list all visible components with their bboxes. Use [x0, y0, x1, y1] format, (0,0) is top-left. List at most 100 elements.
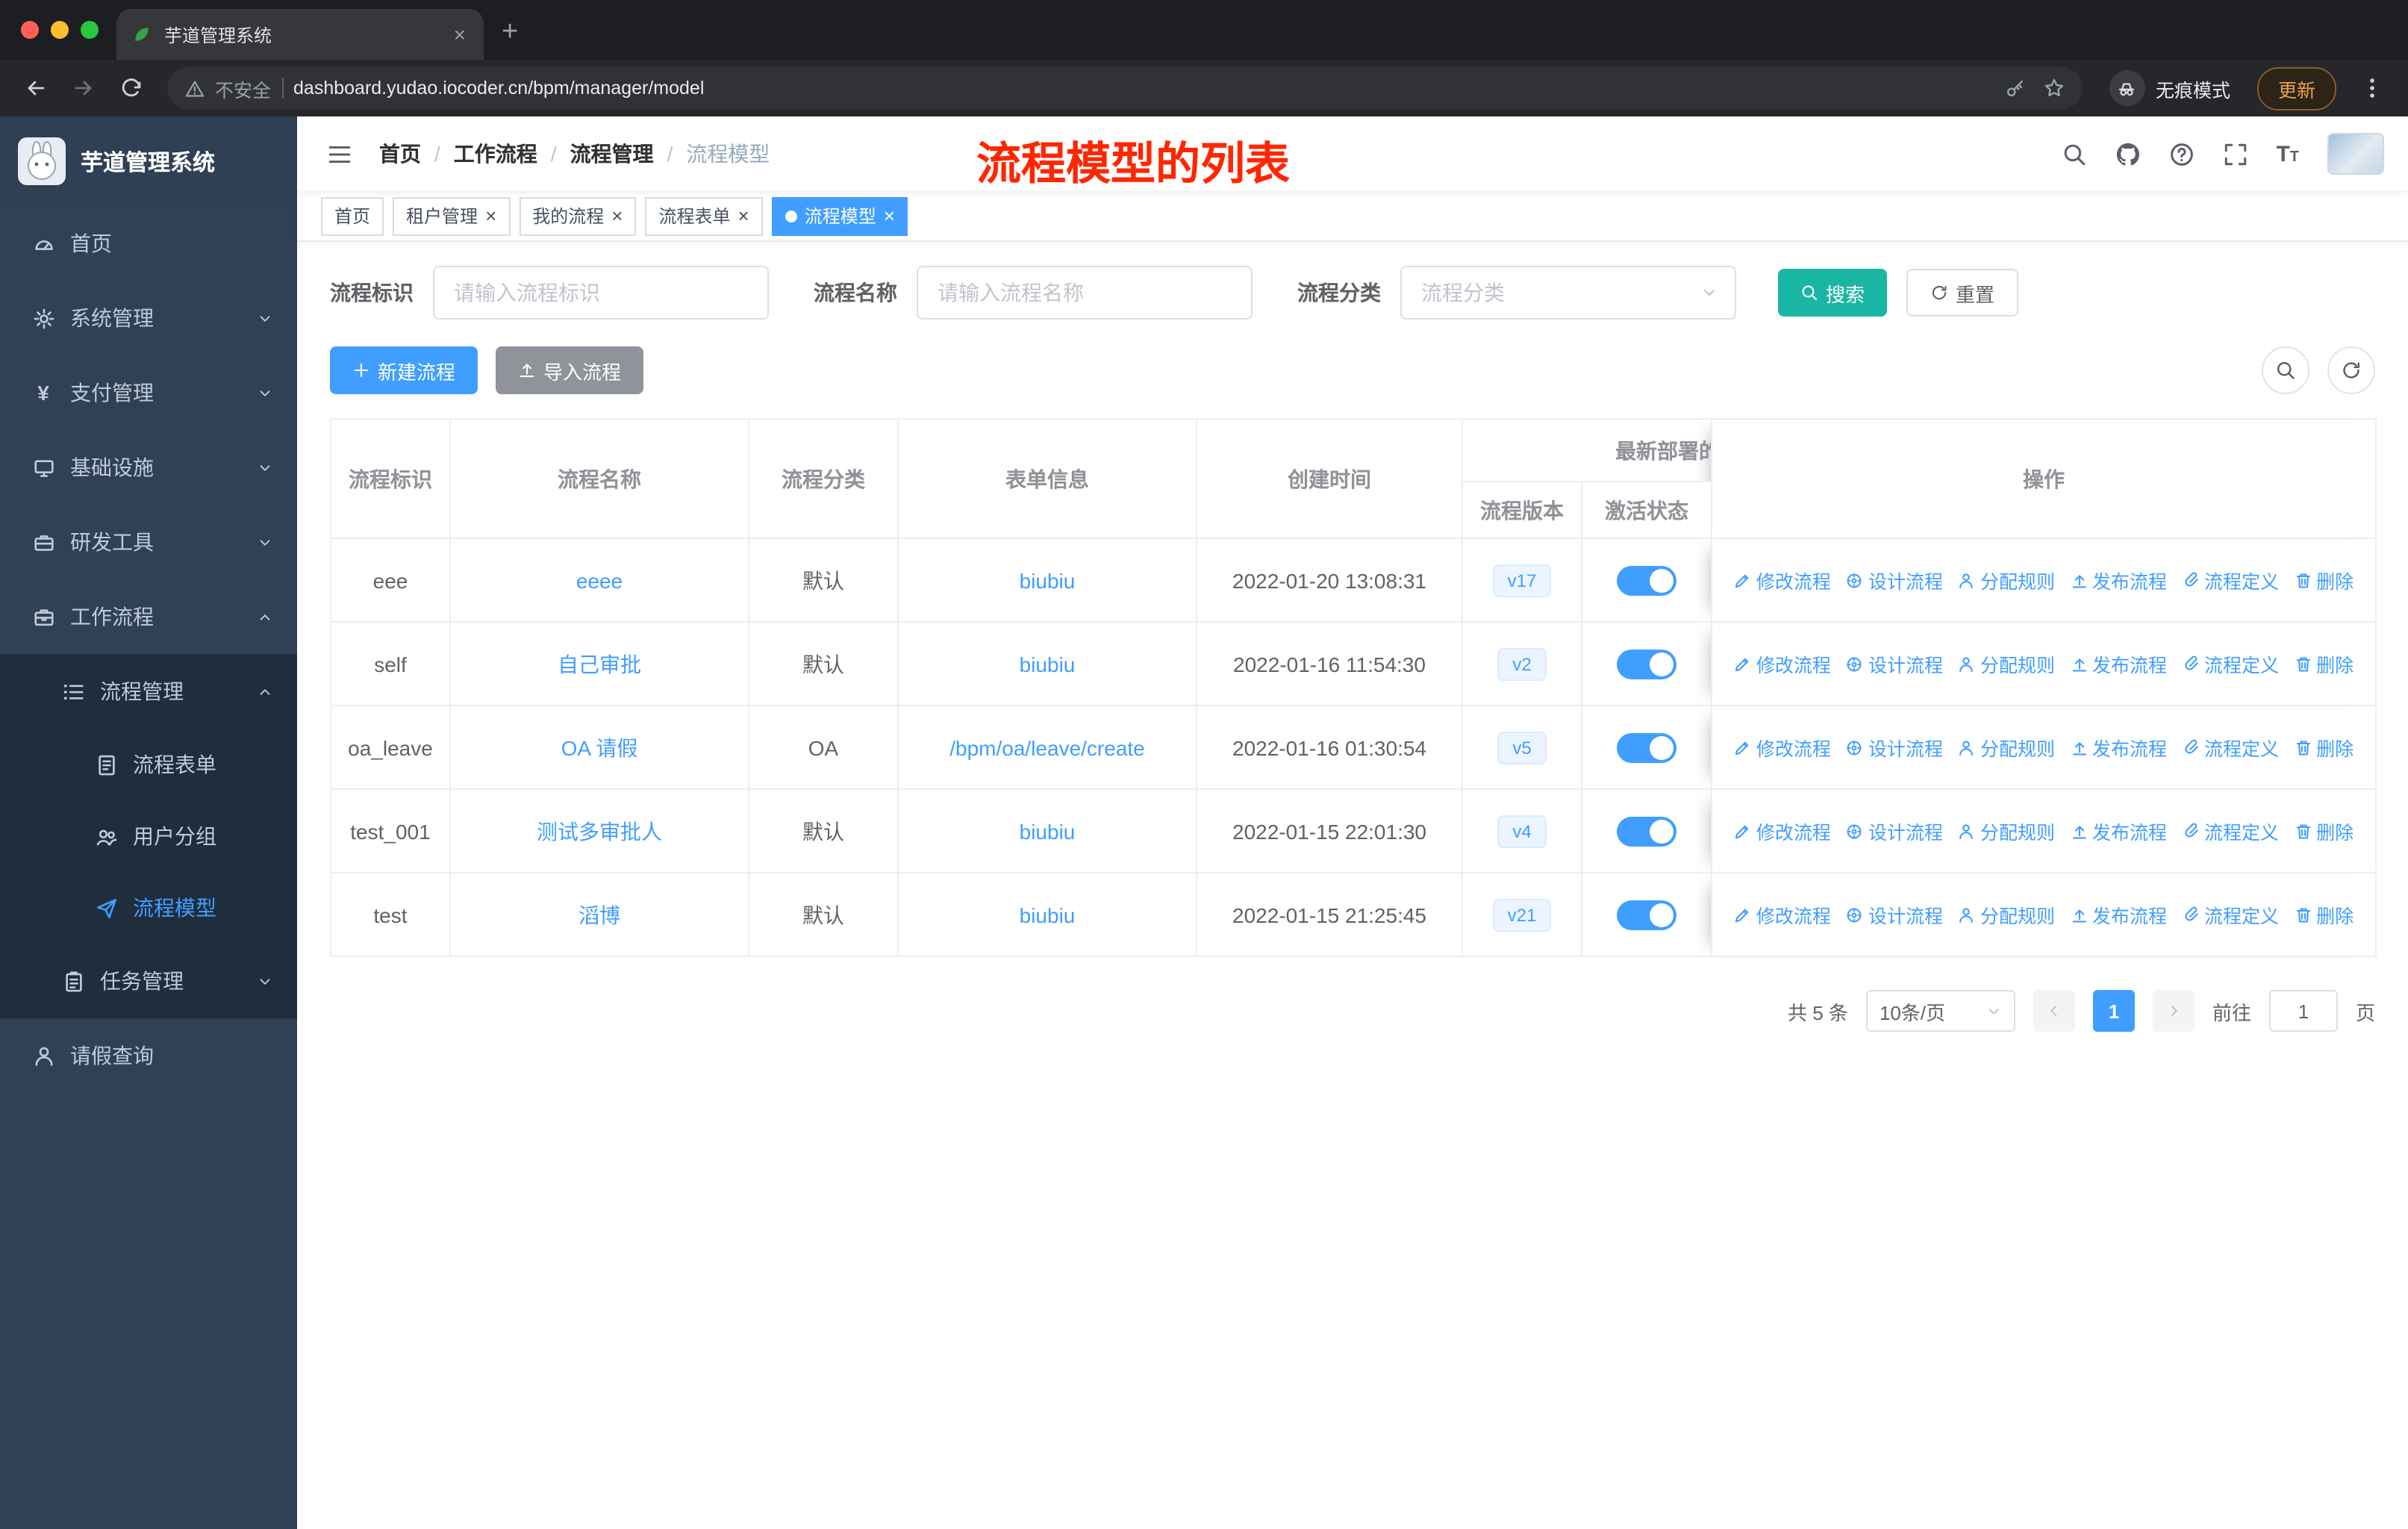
design-process-action-link[interactable]: 设计流程 [1846, 733, 1943, 762]
modify-process-action-link[interactable]: 修改流程 [1734, 733, 1831, 762]
goto-page-input[interactable] [2268, 990, 2338, 1032]
assign-rule-action-link[interactable]: 分配规则 [1958, 566, 2055, 594]
create-process-button[interactable]: 新建流程 [330, 346, 478, 394]
app-logo[interactable]: 芋道管理系统 [0, 116, 297, 206]
delete-action-link[interactable]: 删除 [2294, 900, 2354, 929]
import-process-button[interactable]: 导入流程 [496, 346, 644, 394]
font-size-icon[interactable]: TT [2276, 141, 2299, 166]
tag-my-process[interactable]: 我的流程 × [519, 196, 637, 235]
reload-icon[interactable] [110, 67, 152, 109]
delete-action-link[interactable]: 删除 [2294, 566, 2354, 594]
process-definition-action-link[interactable]: 流程定义 [2182, 733, 2279, 762]
process-name-link[interactable]: OA 请假 [561, 735, 638, 759]
publish-process-action-link[interactable]: 发布流程 [2070, 566, 2167, 594]
publish-process-action-link[interactable]: 发布流程 [2070, 650, 2167, 678]
modify-process-action-link[interactable]: 修改流程 [1734, 650, 1831, 678]
process-name-input[interactable] [917, 266, 1253, 320]
sidebar-item-dev-tools[interactable]: 研发工具 [0, 505, 297, 579]
modify-process-action-link[interactable]: 修改流程 [1734, 900, 1831, 929]
search-button[interactable]: 搜索 [1778, 269, 1888, 317]
address-bar[interactable]: 不安全 dashboard.yudao.iocoder.cn/bpm/manag… [167, 67, 2083, 109]
close-icon[interactable]: × [884, 205, 895, 227]
publish-process-action-link[interactable]: 发布流程 [2070, 733, 2167, 762]
process-name-link[interactable]: 滔博 [578, 903, 620, 927]
prev-page-button[interactable] [2033, 990, 2075, 1032]
tab-close-icon[interactable]: × [451, 22, 469, 46]
close-icon[interactable]: × [611, 205, 623, 227]
sidebar-item-task-management[interactable]: 任务管理 [0, 944, 297, 1018]
delete-action-link[interactable]: 删除 [2294, 650, 2354, 678]
breadcrumb-home[interactable]: 首页 [379, 139, 421, 169]
fullscreen-icon[interactable] [2222, 141, 2248, 166]
form-info-link[interactable]: biubiu [1020, 652, 1076, 676]
close-icon[interactable]: × [485, 205, 496, 227]
process-definition-action-link[interactable]: 流程定义 [2182, 817, 2279, 845]
browser-menu-icon[interactable] [2351, 67, 2393, 109]
breadcrumb-process-management[interactable]: 流程管理 [570, 139, 654, 169]
help-icon[interactable] [2168, 141, 2194, 166]
user-avatar[interactable] [2327, 133, 2384, 175]
sidebar-item-process-form[interactable]: 流程表单 [0, 729, 297, 800]
reset-button[interactable]: 重置 [1906, 269, 2019, 317]
sidebar-item-system-management[interactable]: 系统管理 [0, 281, 297, 355]
key-icon[interactable] [2005, 78, 2026, 99]
sidebar-item-payment-management[interactable]: ¥ 支付管理 [0, 355, 297, 430]
sidebar-item-process-model[interactable]: 流程模型 [0, 872, 297, 944]
process-name-link[interactable]: 测试多审批人 [537, 819, 662, 843]
sidebar-item-leave-query[interactable]: 请假查询 [0, 1018, 297, 1093]
page-1-button[interactable]: 1 [2092, 990, 2135, 1032]
assign-rule-action-link[interactable]: 分配规则 [1958, 650, 2055, 678]
breadcrumb-workflow[interactable]: 工作流程 [454, 139, 537, 169]
sidebar-item-user-group[interactable]: 用户分组 [0, 800, 297, 872]
process-definition-action-link[interactable]: 流程定义 [2182, 900, 2279, 929]
active-toggle[interactable] [1617, 649, 1676, 679]
active-toggle[interactable] [1617, 732, 1676, 762]
github-icon[interactable] [2115, 141, 2140, 166]
tag-process-form[interactable]: 流程表单 × [645, 196, 763, 235]
close-icon[interactable]: × [738, 205, 749, 227]
sidebar-item-process-management[interactable]: 流程管理 [0, 654, 297, 729]
active-toggle[interactable] [1617, 816, 1676, 846]
delete-action-link[interactable]: 删除 [2294, 817, 2354, 845]
assign-rule-action-link[interactable]: 分配规则 [1958, 900, 2055, 929]
window-close-button[interactable] [21, 21, 39, 39]
active-toggle[interactable] [1617, 565, 1676, 595]
new-tab-button[interactable]: + [502, 16, 518, 49]
assign-rule-action-link[interactable]: 分配规则 [1958, 733, 2055, 762]
design-process-action-link[interactable]: 设计流程 [1846, 817, 1943, 845]
form-info-link[interactable]: biubiu [1020, 568, 1076, 592]
publish-process-action-link[interactable]: 发布流程 [2070, 900, 2167, 929]
delete-action-link[interactable]: 删除 [2294, 733, 2354, 762]
next-page-button[interactable] [2152, 990, 2195, 1032]
category-select[interactable]: 流程分类 [1400, 266, 1736, 320]
bookmark-star-icon[interactable] [2044, 78, 2065, 99]
active-toggle[interactable] [1617, 900, 1676, 929]
tag-home[interactable]: 首页 [321, 196, 384, 235]
process-definition-action-link[interactable]: 流程定义 [2182, 566, 2279, 594]
assign-rule-action-link[interactable]: 分配规则 [1958, 817, 2055, 845]
process-key-input[interactable] [433, 266, 769, 320]
design-process-action-link[interactable]: 设计流程 [1846, 650, 1943, 678]
sidebar-item-workflow[interactable]: 工作流程 [0, 579, 297, 654]
design-process-action-link[interactable]: 设计流程 [1846, 566, 1943, 594]
tag-tenant-management[interactable]: 租户管理 × [393, 196, 511, 235]
page-size-select[interactable]: 10条/页 [1865, 990, 2015, 1032]
sidebar-toggle-icon[interactable] [321, 141, 358, 166]
tag-process-model[interactable]: 流程模型 × [771, 196, 908, 235]
forward-icon[interactable] [63, 67, 105, 109]
form-info-link[interactable]: biubiu [1020, 903, 1076, 927]
modify-process-action-link[interactable]: 修改流程 [1734, 566, 1831, 594]
sidebar-item-home[interactable]: 首页 [0, 206, 297, 281]
process-definition-action-link[interactable]: 流程定义 [2182, 650, 2279, 678]
form-info-link[interactable]: biubiu [1020, 819, 1076, 843]
sidebar-item-infrastructure[interactable]: 基础设施 [0, 430, 297, 505]
publish-process-action-link[interactable]: 发布流程 [2070, 817, 2167, 845]
browser-tab[interactable]: 芋道管理系统 × [116, 9, 484, 60]
toggle-search-button[interactable] [2262, 346, 2309, 394]
form-info-link[interactable]: /bpm/oa/leave/create [949, 735, 1145, 759]
update-button[interactable]: 更新 [2256, 66, 2336, 110]
refresh-table-button[interactable] [2327, 346, 2375, 394]
window-minimize-button[interactable] [51, 21, 69, 39]
process-name-link[interactable]: 自己审批 [558, 652, 641, 676]
design-process-action-link[interactable]: 设计流程 [1846, 900, 1943, 929]
